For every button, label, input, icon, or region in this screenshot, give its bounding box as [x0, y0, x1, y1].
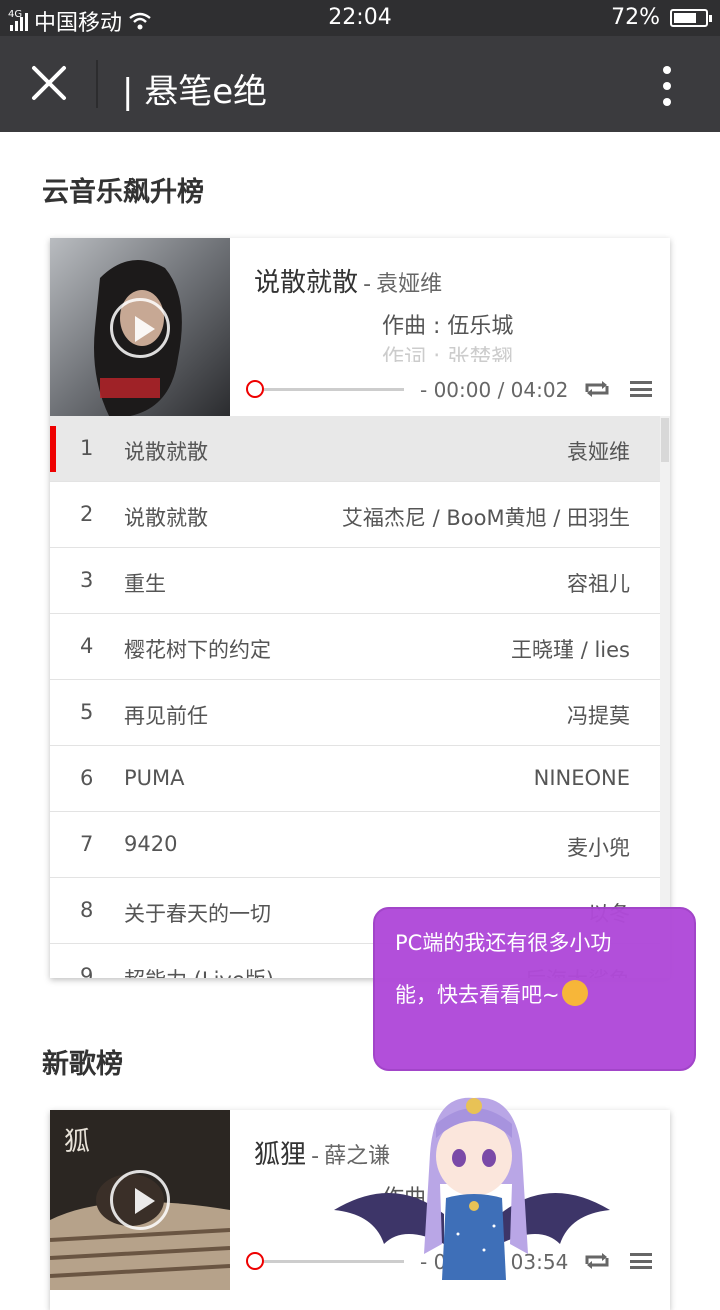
progress-knob[interactable] [246, 380, 264, 398]
track-artist: 袁娅维 [567, 440, 630, 464]
play-icon[interactable] [110, 1170, 170, 1230]
track-number: 9 [80, 964, 94, 978]
music-player-soaring: 说散就散 - 袁娅维 作曲 : 伍乐城 作词 : 张楚翘 - 00:00 / 0… [50, 238, 670, 978]
track-row[interactable]: 7 9420 麦小兜 [50, 812, 660, 878]
track-number: 4 [80, 634, 94, 658]
song-title: 说散就散 [254, 268, 359, 298]
title-bar: | 悬笔e绝 [0, 36, 720, 132]
playlist-menu-icon[interactable] [630, 1253, 652, 1269]
track-name: PUMA [124, 766, 185, 790]
track-number: 1 [80, 436, 94, 460]
track-row[interactable]: 1 说散就散 袁娅维 [50, 416, 660, 482]
status-right: 72% [611, 5, 712, 30]
track-artist: 艾福杰尼 / BooM黄旭 / 田羽生 [341, 506, 630, 530]
track-artist: 麦小兜 [567, 836, 630, 860]
track-list: 1 说散就散 袁娅维 2 说散就散 艾福杰尼 / BooM黄旭 / 田羽生 3 重生 容祖儿 4 樱… [50, 416, 660, 978]
track-number: 5 [80, 700, 94, 724]
track-number: 7 [80, 832, 94, 856]
play-icon[interactable] [110, 298, 170, 358]
track-number: 3 [80, 568, 94, 592]
loop-icon[interactable] [584, 380, 610, 398]
battery-percent: 72% [611, 5, 660, 30]
mascot-character[interactable] [334, 1094, 610, 1280]
bubble-line-2: 能，快去看看吧~ [395, 983, 560, 1007]
song-info: 说散就散 - 袁娅维 [254, 262, 654, 299]
track-artist: 冯提莫 [567, 704, 630, 728]
close-icon[interactable] [30, 64, 68, 102]
track-name: 樱花树下的约定 [124, 638, 271, 662]
track-artist: 容祖儿 [567, 572, 630, 596]
lyric-line: 作曲 : 伍乐城 [382, 314, 514, 339]
track-name: 9420 [124, 832, 178, 856]
progress-knob[interactable] [246, 1252, 264, 1270]
song-title: 狐狸 [254, 1140, 307, 1170]
bubble-line-1: PC端的我还有很多小功 [395, 931, 612, 955]
track-row[interactable]: 4 樱花树下的约定 王晓瑾 / lies [50, 614, 660, 680]
track-name: 关于春天的一切 [124, 902, 271, 926]
svg-text:狐: 狐 [64, 1127, 90, 1157]
lyric-line-next: 作词 : 张楚翘 [382, 346, 514, 362]
track-number: 2 [80, 502, 94, 526]
playlist-menu-icon[interactable] [630, 381, 652, 397]
track-name: 重生 [124, 572, 166, 596]
playback-bar: - 00:00 / 04:02 [246, 378, 656, 402]
track-number: 6 [80, 766, 94, 790]
battery-icon [670, 8, 712, 27]
track-name: 再见前任 [124, 704, 208, 728]
title-divider [96, 60, 98, 108]
track-row[interactable]: 5 再见前任 冯提莫 [50, 680, 660, 746]
song-artist: 袁娅维 [376, 272, 443, 297]
progress-track[interactable] [264, 388, 404, 391]
mascot-speech-bubble[interactable]: PC端的我还有很多小功 能，快去看看吧~ [373, 907, 696, 1071]
track-row[interactable]: 6 PUMA NINEONE [50, 746, 660, 812]
title-separator: - [311, 1144, 320, 1169]
more-vertical-icon[interactable] [662, 66, 672, 106]
track-name: 说散就散 [124, 506, 208, 530]
title-separator: - [363, 272, 372, 297]
album-cover[interactable]: 狐 [50, 1110, 230, 1290]
track-number: 8 [80, 898, 94, 922]
track-name: 超能力 (Live版) [124, 964, 274, 978]
album-cover[interactable] [50, 238, 230, 418]
section-title-soaring: 云音乐飙升榜 [42, 177, 204, 208]
section-title-new: 新歌榜 [42, 1049, 123, 1080]
playback-time: - 00:00 / 04:02 [420, 378, 569, 402]
track-artist: 王晓瑾 / lies [511, 638, 630, 662]
list-scrollbar[interactable] [660, 416, 670, 978]
track-row[interactable]: 2 说散就散 艾福杰尼 / BooM黄旭 / 田羽生 [50, 482, 660, 548]
smile-emoji-icon [561, 980, 588, 1006]
page-title: | 悬笔e绝 [122, 72, 268, 112]
track-artist: NINEONE [533, 766, 630, 790]
track-name: 说散就散 [124, 440, 208, 464]
status-bar: 4G 中国移动 22:04 72% [0, 0, 720, 36]
track-row[interactable]: 3 重生 容祖儿 [50, 548, 660, 614]
